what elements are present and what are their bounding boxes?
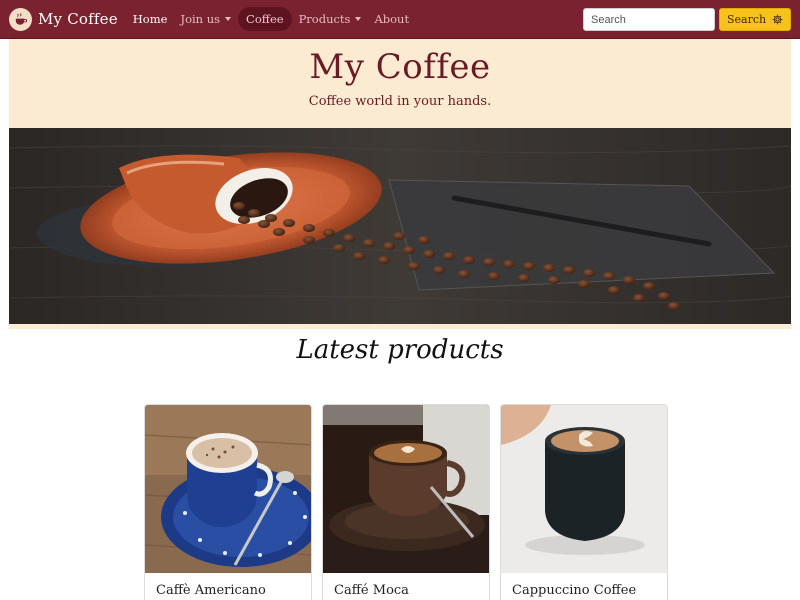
product-card-caffe-moca[interactable]: Caffé Moca: [322, 404, 490, 600]
nav-item-home[interactable]: Home: [127, 7, 174, 31]
gear-icon: [772, 14, 783, 25]
nav-item-about[interactable]: About: [368, 7, 415, 31]
product-image[interactable]: [323, 405, 489, 573]
latest-products-heading: Latest products: [296, 335, 504, 365]
hero-banner: My Coffee Coffee world in your hands.: [9, 39, 791, 128]
nav-item-label: Coffee: [246, 12, 284, 26]
nav-item-join-us[interactable]: Join us: [174, 7, 237, 31]
product-card-caffe-americano[interactable]: Caffè Americano: [144, 404, 312, 600]
search-button-label: Search: [727, 13, 767, 26]
product-image[interactable]: [501, 405, 667, 573]
banner-divider: [9, 324, 791, 329]
chevron-down-icon: [225, 17, 232, 21]
page-subtitle: Coffee world in your hands.: [308, 94, 492, 109]
page-title: My Coffee: [309, 47, 491, 87]
product-image[interactable]: [145, 405, 311, 573]
nav-menu: Home Join us Coffee Products About: [127, 7, 416, 31]
nav-item-coffee[interactable]: Coffee: [238, 7, 292, 31]
nav-item-products[interactable]: Products: [293, 7, 368, 31]
chevron-down-icon: [355, 17, 362, 21]
nav-item-label: Home: [132, 12, 168, 26]
product-list: Caffè Americano Caffé Moca Cappuccino Co…: [144, 404, 678, 600]
nav-item-label: Join us: [180, 12, 221, 26]
navbar: My Coffee Home Join us Coffee Products A…: [0, 0, 800, 39]
coffee-cup-icon: [9, 7, 32, 31]
brand-name: My Coffee: [38, 10, 118, 28]
product-name[interactable]: Caffé Moca: [334, 583, 409, 598]
nav-item-label: Products: [298, 12, 351, 26]
brand[interactable]: My Coffee: [9, 0, 118, 39]
product-name[interactable]: Cappuccino Coffee: [512, 583, 636, 598]
search-form: Search: [583, 8, 791, 31]
search-button[interactable]: Search: [719, 8, 791, 31]
product-card-cappuccino-coffee[interactable]: Cappuccino Coffee: [500, 404, 668, 600]
product-name[interactable]: Caffè Americano: [156, 583, 266, 598]
search-input[interactable]: [583, 8, 715, 31]
hero-coffee-image: [9, 128, 791, 324]
nav-item-label: About: [374, 12, 410, 26]
